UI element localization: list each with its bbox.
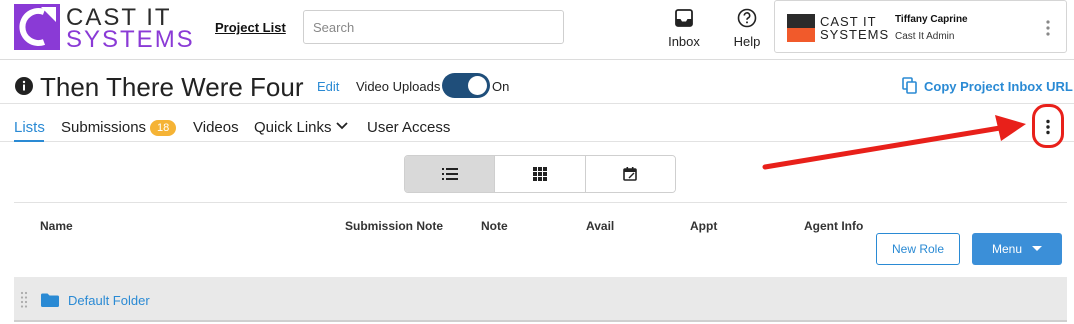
new-role-button[interactable]: New Role <box>876 233 960 265</box>
list-view-icon <box>441 168 458 180</box>
logo-mark-icon <box>14 4 60 50</box>
tab-videos[interactable]: Videos <box>193 119 239 136</box>
top-header: CAST IT SYSTEMS Project List Inbox Help … <box>0 0 1074 60</box>
tab-lists[interactable]: Lists <box>14 119 45 136</box>
column-header-agent-info: Agent Info <box>804 219 864 233</box>
toggle-knob <box>468 76 487 95</box>
menu-button-label: Menu <box>991 242 1023 256</box>
user-role: Cast It Admin <box>895 31 955 42</box>
tab-quick-links-label: Quick Links <box>254 119 332 136</box>
logo-text-line2: SYSTEMS <box>66 26 195 53</box>
inbox-label: Inbox <box>668 34 700 49</box>
caret-down-icon <box>1032 246 1043 251</box>
calendar-view-button[interactable] <box>584 156 675 192</box>
copy-icon <box>902 77 917 94</box>
column-header-note: Note <box>481 219 508 233</box>
company-brand-line2: SYSTEMS <box>820 27 890 42</box>
drag-handle-icon[interactable] <box>20 291 28 309</box>
tab-quick-links[interactable]: Quick Links <box>254 119 348 136</box>
edit-project-link[interactable]: Edit <box>317 79 339 94</box>
company-logo-icon <box>787 14 815 42</box>
user-name: Tiffany Caprine <box>895 14 968 25</box>
inbox-button[interactable]: Inbox <box>659 6 709 52</box>
column-header-appt: Appt <box>690 219 718 233</box>
video-uploads-toggle[interactable] <box>442 73 490 98</box>
folder-icon <box>41 293 59 307</box>
project-tabs: Lists Submissions 18 Videos Quick Links U… <box>0 105 1074 142</box>
folder-name-link[interactable]: Default Folder <box>68 293 150 308</box>
tab-user-access[interactable]: User Access <box>367 119 450 136</box>
folder-row[interactable]: Default Folder <box>14 277 1067 322</box>
account-menu-kebab-icon[interactable] <box>1043 19 1053 37</box>
grid-view-button[interactable] <box>494 156 585 192</box>
project-options-kebab-icon[interactable] <box>1044 119 1052 135</box>
inbox-icon <box>675 9 693 27</box>
video-uploads-label: Video Uploads <box>356 79 441 94</box>
menu-dropdown-button[interactable]: Menu <box>972 233 1062 265</box>
calendar-view-icon <box>623 167 638 181</box>
video-uploads-state: On <box>492 79 510 94</box>
list-view-button[interactable] <box>405 156 495 192</box>
list-divider <box>14 202 1067 203</box>
cast-it-systems-logo[interactable]: CAST IT SYSTEMS <box>14 4 195 53</box>
page-title: Then There Were Four <box>40 72 304 102</box>
chevron-down-icon <box>335 122 348 130</box>
column-header-name: Name <box>40 219 73 233</box>
tab-submissions-label: Submissions <box>61 119 147 136</box>
account-panel[interactable]: CAST IT SYSTEMS Tiffany Caprine Cast It … <box>774 0 1067 53</box>
help-icon <box>737 8 757 28</box>
project-list-link[interactable]: Project List <box>215 20 286 35</box>
submissions-count-badge: 18 <box>150 120 177 136</box>
grid-view-icon <box>532 167 547 181</box>
project-title-row: Then There Were Four Edit Video Uploads … <box>0 61 1074 104</box>
help-label: Help <box>733 34 761 49</box>
view-switch <box>404 155 676 193</box>
column-header-submission-note: Submission Note <box>345 219 444 233</box>
column-header-avail: Avail <box>586 219 615 233</box>
active-tab-indicator <box>14 140 44 142</box>
help-button[interactable]: Help <box>722 6 772 52</box>
copy-url-label: Copy Project Inbox URL <box>924 79 1073 94</box>
search-input[interactable] <box>303 10 564 44</box>
tab-submissions[interactable]: Submissions 18 <box>61 119 177 136</box>
info-icon[interactable] <box>15 77 33 95</box>
